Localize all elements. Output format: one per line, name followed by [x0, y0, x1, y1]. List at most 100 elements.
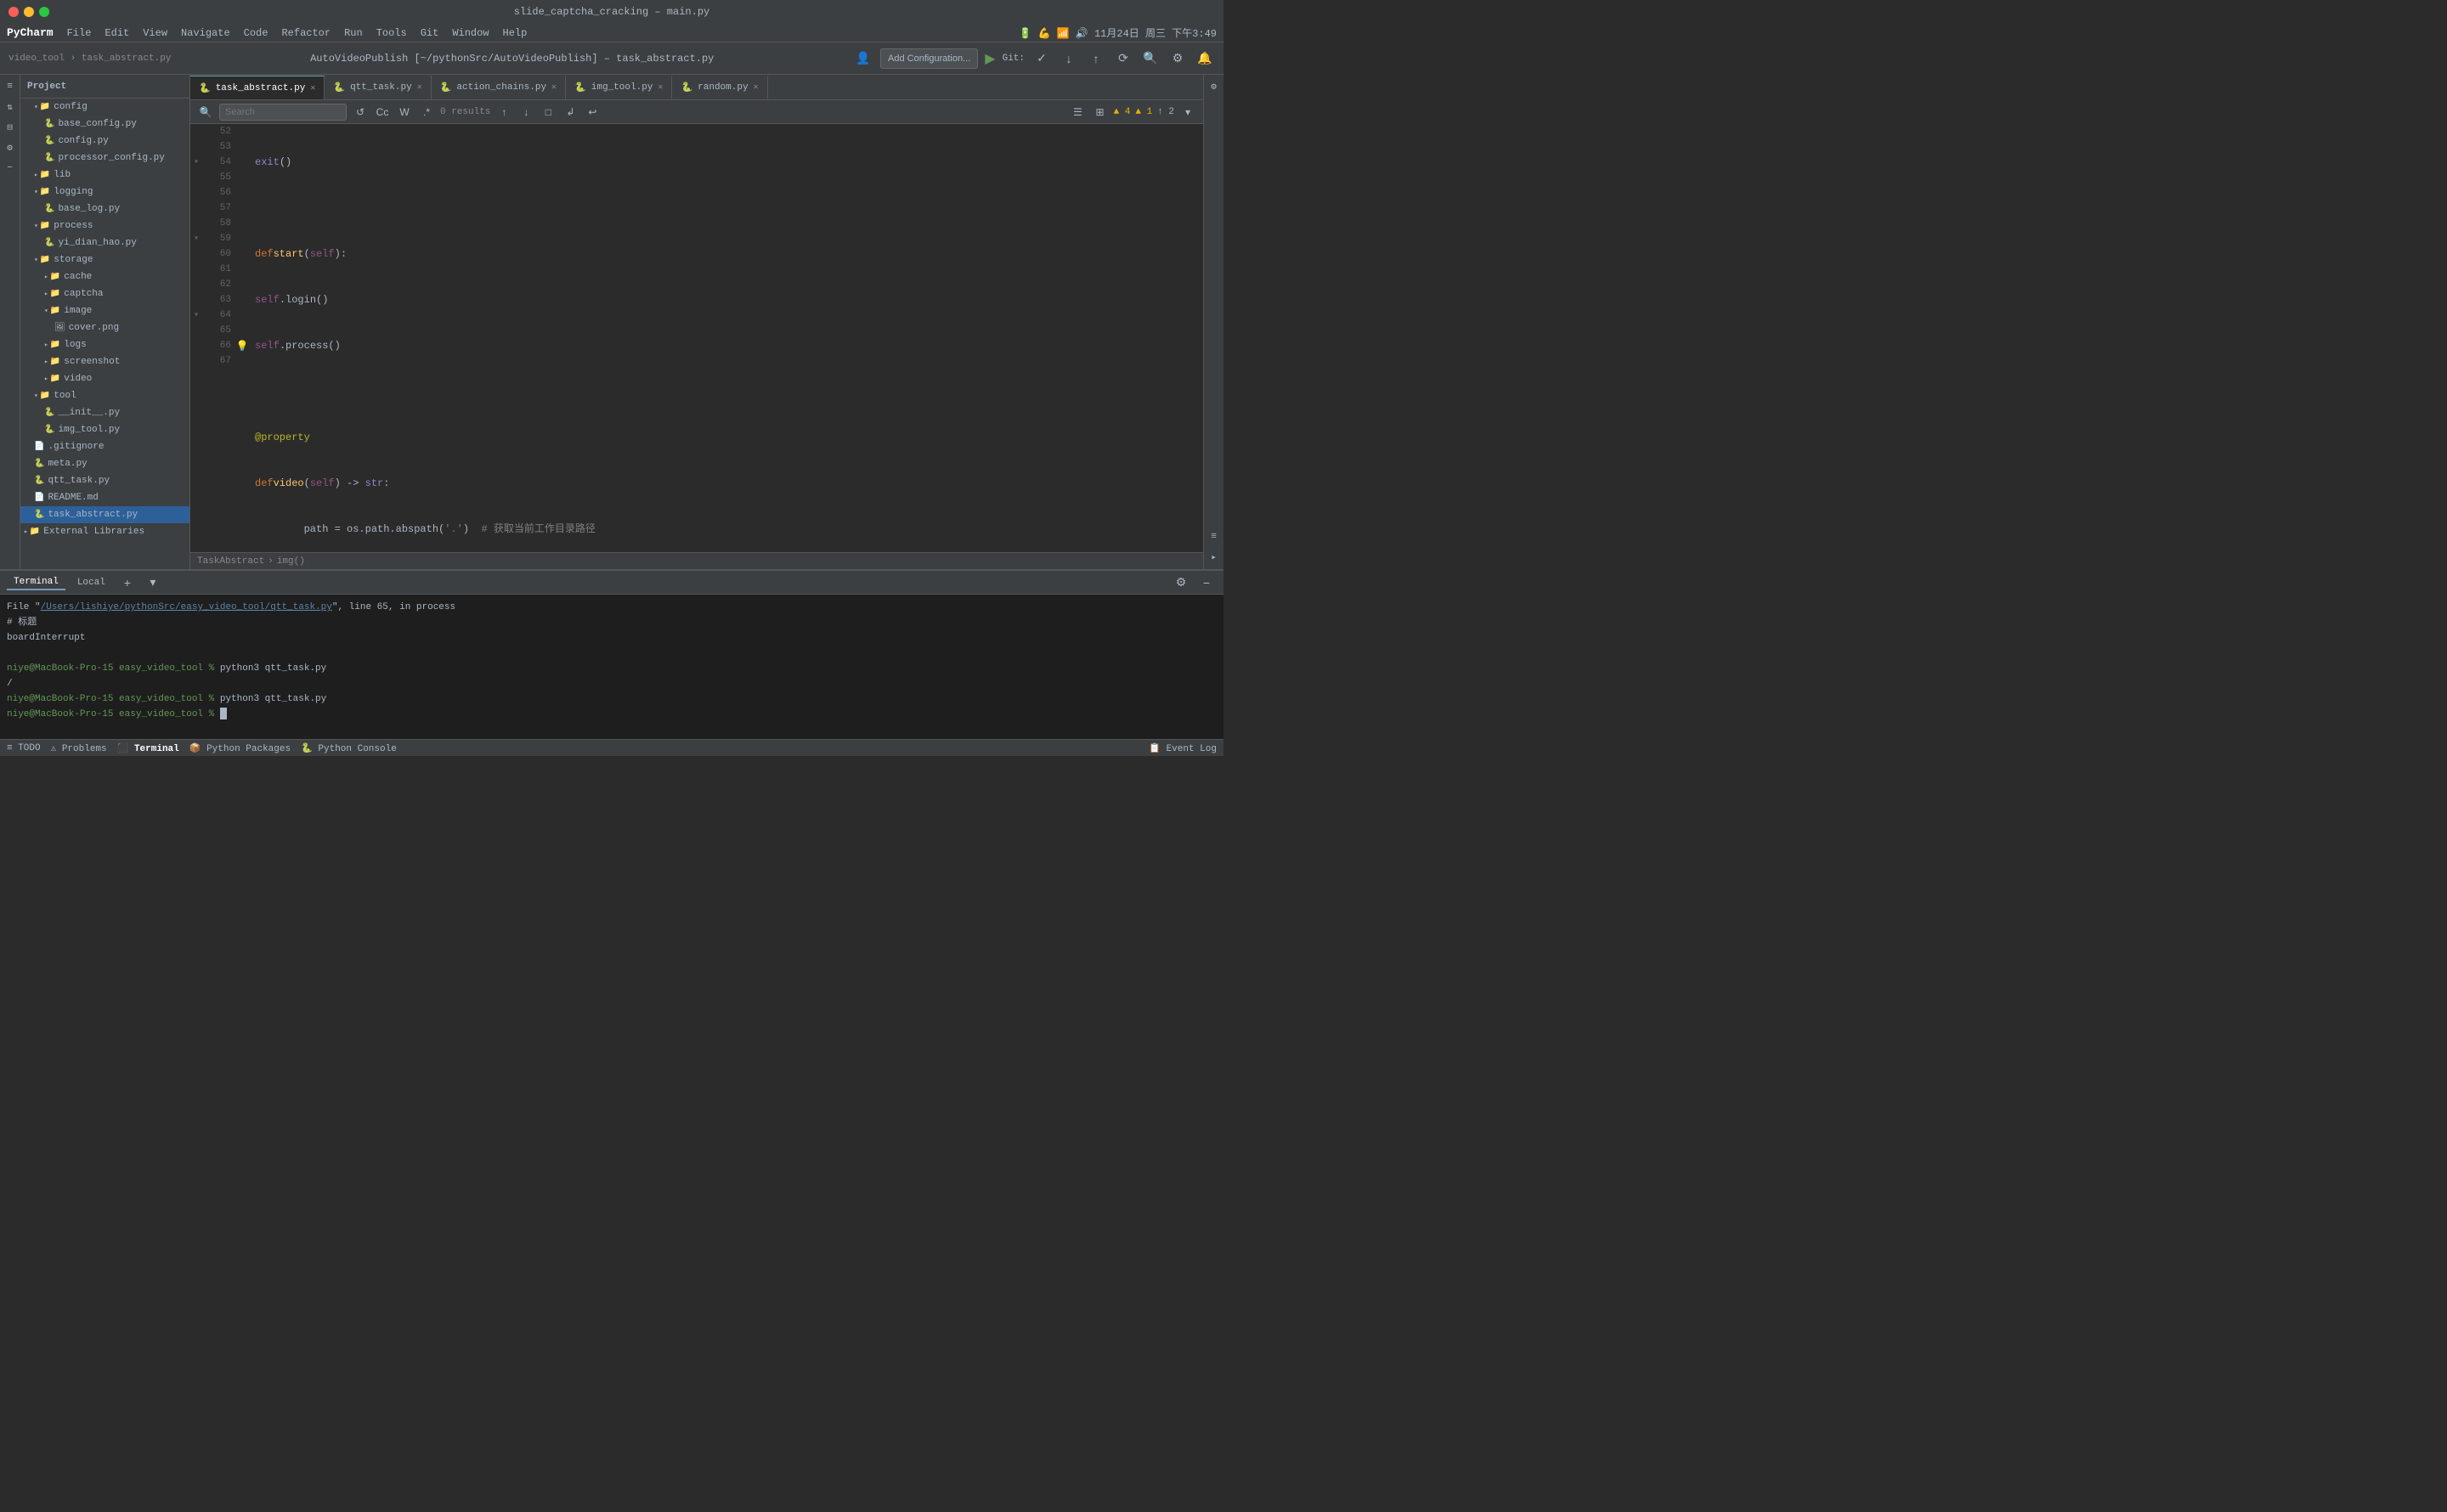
- search-multiline-btn[interactable]: ↲: [562, 104, 579, 121]
- sidebar-item-storage[interactable]: ▾ 📁 storage: [20, 251, 189, 268]
- tab-qtt-task[interactable]: 🐍 qtt_task.py ✕: [325, 76, 431, 99]
- terminal-tab-local[interactable]: Local: [71, 576, 112, 590]
- git-history-btn[interactable]: ⟳: [1113, 48, 1133, 69]
- terminal-add-btn[interactable]: +: [117, 573, 138, 593]
- structure-icon[interactable]: ≡: [2, 78, 19, 95]
- right-settings-btn[interactable]: ⚙: [1206, 78, 1223, 95]
- search-refresh-btn[interactable]: ↺: [352, 104, 369, 121]
- menu-refactor[interactable]: Refactor: [281, 27, 331, 39]
- breadcrumb-task-abstract-bottom[interactable]: TaskAbstract: [197, 556, 264, 567]
- breadcrumb-video-tool[interactable]: video_tool: [8, 54, 65, 64]
- people-btn[interactable]: 👤: [853, 48, 873, 69]
- status-todo[interactable]: ≡ TODO: [7, 743, 41, 753]
- config-icon[interactable]: ⚙: [2, 139, 19, 156]
- sidebar-item-tool[interactable]: ▾ 📁 tool: [20, 387, 189, 404]
- git-update-btn[interactable]: ↓: [1059, 48, 1079, 69]
- add-configuration-button[interactable]: Add Configuration...: [880, 48, 978, 69]
- terminal-file-link[interactable]: /Users/lishiye/pythonSrc/easy_video_tool…: [41, 602, 332, 612]
- menu-edit[interactable]: Edit: [105, 27, 129, 39]
- menu-file[interactable]: File: [67, 27, 92, 39]
- sidebar-item-screenshot[interactable]: ▸ 📁 screenshot: [20, 353, 189, 370]
- sidebar-item-processor-config[interactable]: 🐍 processor_config.py: [20, 150, 189, 166]
- settings-btn[interactable]: ⚙: [1167, 48, 1188, 69]
- tab-close-icon[interactable]: ✕: [551, 82, 557, 93]
- close-button[interactable]: [8, 7, 19, 17]
- sidebar-item-qtt-task[interactable]: 🐍 qtt_task.py: [20, 472, 189, 489]
- sidebar-item-process[interactable]: ▾ 📁 process: [20, 217, 189, 234]
- close-panel-icon[interactable]: −: [2, 160, 19, 177]
- terminal-settings-btn[interactable]: ⚙: [1171, 573, 1191, 593]
- status-event-log[interactable]: 📋 Event Log: [1149, 742, 1217, 754]
- status-terminal[interactable]: ⬛ Terminal: [117, 742, 179, 754]
- tab-close-icon[interactable]: ✕: [417, 82, 422, 93]
- tab-img-tool[interactable]: 🐍 img_tool.py ✕: [566, 76, 672, 99]
- sidebar-item-base-config[interactable]: 🐍 base_config.py: [20, 116, 189, 133]
- search-regex-btn[interactable]: .*: [418, 104, 435, 121]
- terminal-tab-terminal[interactable]: Terminal: [7, 575, 65, 590]
- code-content[interactable]: exit() def start(self): self.login() sel…: [248, 124, 1203, 552]
- menu-run[interactable]: Run: [344, 27, 363, 39]
- tab-close-icon[interactable]: ✕: [754, 82, 759, 93]
- sidebar-item-init[interactable]: 🐍 __init__.py: [20, 404, 189, 421]
- search-close-btn[interactable]: ↩: [584, 104, 601, 121]
- fold-arrow-54[interactable]: ▾: [194, 157, 199, 167]
- tab-random[interactable]: 🐍 random.py ✕: [672, 76, 767, 99]
- menu-window[interactable]: Window: [452, 27, 489, 39]
- fold-arrow-59[interactable]: ▾: [194, 234, 199, 244]
- search-back-btn[interactable]: 🔍: [197, 104, 214, 121]
- status-problems[interactable]: ⚠ Problems: [51, 742, 107, 754]
- sidebar-item-captcha[interactable]: ▸ 📁 captcha: [20, 285, 189, 302]
- sidebar-item-img-tool[interactable]: 🐍 img_tool.py: [20, 421, 189, 438]
- code-editor[interactable]: ▾ ▾ ▾: [190, 124, 1203, 552]
- filter-icon[interactable]: ⇅: [2, 99, 19, 116]
- sidebar-item-gitignore[interactable]: 📄 .gitignore: [20, 438, 189, 455]
- breadcrumb-img-bottom[interactable]: img(): [277, 556, 305, 567]
- status-python-console[interactable]: 🐍 Python Console: [301, 742, 397, 754]
- search-input[interactable]: [219, 104, 347, 121]
- fold-arrow-64[interactable]: ▾: [194, 310, 199, 320]
- search-filter-btn[interactable]: ⊞: [1092, 104, 1109, 121]
- sidebar-item-lib[interactable]: ▸ 📁 lib: [20, 166, 189, 183]
- search-replace-btn[interactable]: □: [540, 104, 557, 121]
- terminal-content[interactable]: File "/Users/lishiye/pythonSrc/easy_vide…: [0, 595, 1224, 739]
- sidebar-item-config-py[interactable]: 🐍 config.py: [20, 133, 189, 150]
- sidebar-item-config[interactable]: ▾ 📁 config: [20, 99, 189, 116]
- right-collapse-btn[interactable]: ▸: [1206, 549, 1223, 566]
- sidebar-item-external-libraries[interactable]: ▸ 📁 External Libraries: [20, 523, 189, 540]
- menu-git[interactable]: Git: [421, 27, 439, 39]
- menu-tools[interactable]: Tools: [376, 27, 407, 39]
- tab-close-icon[interactable]: ✕: [310, 83, 315, 93]
- sidebar-item-video[interactable]: ▸ 📁 video: [20, 370, 189, 387]
- git-push-btn[interactable]: ↑: [1086, 48, 1106, 69]
- git-commit-btn[interactable]: ✓: [1031, 48, 1052, 69]
- search-btn[interactable]: 🔍: [1140, 48, 1161, 69]
- run-button[interactable]: ▶: [985, 50, 995, 67]
- sidebar-item-logging[interactable]: ▾ 📁 logging: [20, 183, 189, 200]
- menu-help[interactable]: Help: [503, 27, 528, 39]
- tab-task-abstract[interactable]: 🐍 task_abstract.py ✕: [190, 76, 325, 99]
- search-case-btn[interactable]: Cc: [374, 104, 391, 121]
- notification-btn[interactable]: 🔔: [1195, 48, 1215, 69]
- sidebar-item-logs[interactable]: ▸ 📁 logs: [20, 336, 189, 353]
- search-list-btn[interactable]: ☰: [1070, 104, 1087, 121]
- menu-view[interactable]: View: [143, 27, 167, 39]
- collapse-icon[interactable]: ⊟: [2, 119, 19, 136]
- sidebar-item-image[interactable]: ▾ 📁 image: [20, 302, 189, 319]
- menu-code[interactable]: Code: [244, 27, 268, 39]
- maximize-button[interactable]: [39, 7, 49, 17]
- terminal-close-btn[interactable]: −: [1196, 573, 1217, 593]
- sidebar-item-task-abstract[interactable]: 🐍 task_abstract.py: [20, 506, 189, 523]
- tab-close-icon[interactable]: ✕: [658, 82, 663, 93]
- bulb-66[interactable]: 💡: [236, 338, 248, 353]
- status-python-packages[interactable]: 📦 Python Packages: [189, 742, 291, 754]
- sidebar-item-readme[interactable]: 📄 README.md: [20, 489, 189, 506]
- sidebar-item-cover-png[interactable]: 🖼 cover.png: [20, 319, 189, 336]
- right-expand-btn[interactable]: ≡: [1206, 528, 1223, 545]
- expand-warnings-btn[interactable]: ▾: [1179, 104, 1196, 121]
- sidebar-item-cache[interactable]: ▸ 📁 cache: [20, 268, 189, 285]
- terminal-dropdown-btn[interactable]: ▾: [143, 573, 163, 593]
- sidebar-item-yi-dian-hao[interactable]: 🐍 yi_dian_hao.py: [20, 234, 189, 251]
- search-prev-btn[interactable]: ↑: [495, 104, 512, 121]
- sidebar-item-meta[interactable]: 🐍 meta.py: [20, 455, 189, 472]
- minimize-button[interactable]: [24, 7, 34, 17]
